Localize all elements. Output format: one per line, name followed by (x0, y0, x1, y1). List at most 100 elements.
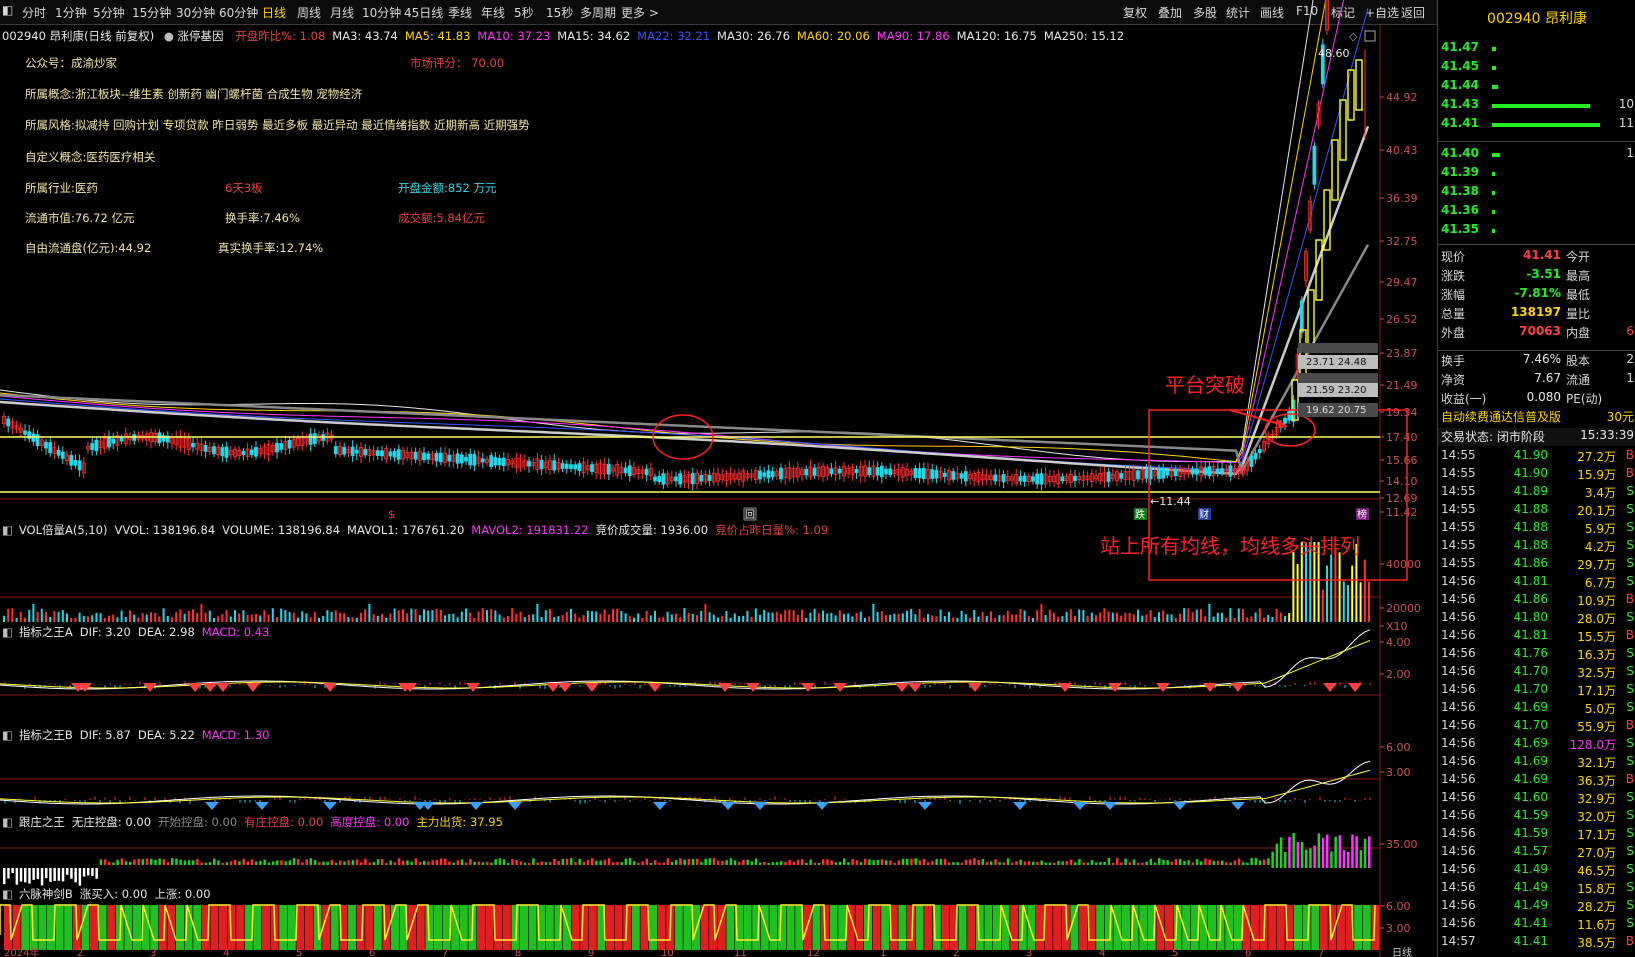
lm-block (244, 905, 253, 950)
candle-body (653, 476, 657, 482)
marker-hui[interactable]: 回 (745, 509, 755, 521)
volume-bar (418, 615, 421, 622)
tick-row: 14:56 41.69 32.1万 S (1438, 754, 1635, 772)
ma-boxes: 23.71 24.48 21.59 23.20 19.62 20.75 (1298, 343, 1378, 417)
volume-bar (893, 613, 896, 622)
gz-bar (313, 860, 317, 865)
volume-bar (868, 616, 871, 622)
gz-bar (1166, 860, 1169, 865)
candle-body (69, 455, 74, 466)
volume-bar (1216, 612, 1219, 622)
candle-body (812, 467, 817, 476)
volume-bar (1036, 610, 1039, 622)
gz-bar (586, 860, 590, 865)
volume-bar (742, 615, 745, 622)
gz-bar (591, 858, 594, 865)
candle-body (674, 476, 678, 482)
tick-side: S (1626, 682, 1634, 696)
gz-bar (910, 858, 913, 865)
volume-bar (78, 612, 81, 622)
tick-time: 14:56 (1441, 700, 1476, 714)
gz-bar (704, 858, 707, 865)
ad-row[interactable]: 自动续费通达信普及版 30元 (1438, 408, 1635, 426)
bid-price: 41.38 (1441, 184, 1479, 198)
marker-cai[interactable]: 财 (1199, 508, 1209, 521)
gz-bar (276, 860, 279, 865)
tick-time: 14:56 (1441, 664, 1476, 678)
candle-body (6, 418, 11, 427)
candle-body (627, 465, 632, 476)
volume-bar (145, 614, 148, 622)
candle-body (1144, 469, 1149, 479)
window-icon[interactable] (1364, 30, 1376, 42)
volume-bar (1137, 609, 1139, 622)
gz-bar (360, 862, 363, 865)
volume-bar (171, 617, 173, 622)
volume-bar (339, 613, 341, 622)
tick-row: 14:55 41.86 29.7万 S (1438, 556, 1635, 574)
lm-block (743, 905, 752, 950)
candle-body (480, 458, 485, 463)
ad-price[interactable]: 30元 (1607, 408, 1634, 425)
header-item: 竞价成交量: 1936.00 (595, 523, 709, 537)
volume-bar (490, 608, 493, 622)
gz-bar (137, 858, 140, 865)
tick-time: 14:56 (1441, 880, 1476, 894)
volume-bar (1174, 617, 1177, 622)
quote-label-2: 今开 (1566, 250, 1591, 264)
date-tick: 11 (734, 948, 747, 957)
lm-block (1027, 905, 1036, 950)
marker-bang[interactable]: 榜 (1357, 508, 1367, 521)
candle-body (770, 471, 775, 477)
gz-bar (956, 862, 959, 865)
marker-die[interactable]: 跌 (1135, 508, 1145, 521)
volume-bar (427, 610, 430, 622)
gz-bar (1061, 861, 1064, 865)
tick-price: 41.88 (1513, 502, 1548, 516)
gz-bar (960, 862, 964, 865)
tick-vol: 15.9万 (1577, 468, 1616, 482)
gz-bar (1132, 859, 1136, 865)
candle-body (707, 474, 712, 481)
gz-bar (889, 860, 892, 865)
gz-bar (523, 862, 527, 865)
gz-bar (1288, 836, 1291, 868)
gz-bar (918, 860, 922, 865)
annotation-platform: 平台突破 (1165, 373, 1245, 397)
volume-bar (830, 612, 833, 622)
gz-bar (1284, 852, 1287, 868)
candle-body (333, 446, 338, 455)
lm-block (210, 905, 219, 950)
candle-body (203, 445, 208, 452)
macda-tick: 4.00 (1386, 636, 1411, 649)
candle-body (1283, 417, 1287, 424)
gz-bar (465, 862, 468, 865)
buy-diamond-icon (1073, 802, 1087, 810)
gz-bar (158, 858, 161, 865)
volume-bar (876, 611, 879, 622)
date-tick: 6 (1245, 948, 1251, 957)
volume-bar (1221, 612, 1223, 622)
gz-bar (788, 860, 791, 865)
tick-price: 41.69 (1513, 736, 1548, 750)
lm-block (1044, 905, 1053, 950)
gz-bar (175, 858, 178, 865)
tick-time: 14:56 (1441, 682, 1476, 696)
volume-bar (91, 615, 94, 622)
marker-s[interactable]: $ (388, 508, 395, 521)
macd-b-layer (0, 760, 1371, 810)
header-item: 六脉神剑B (18, 887, 73, 901)
ad-text[interactable]: 自动续费通达信普及版 (1441, 410, 1561, 424)
volume-bar (1078, 609, 1081, 622)
gz-bar (28, 868, 31, 884)
diamond-icon[interactable]: ◇ (1349, 30, 1358, 43)
volume-bar (305, 613, 308, 622)
vol-tick: 40000 (1386, 558, 1421, 571)
gz-bar (809, 859, 812, 865)
volume-bar (708, 612, 711, 622)
tick-time: 14:56 (1441, 646, 1476, 660)
gz-bar (347, 860, 350, 865)
lm-block (1096, 905, 1105, 950)
lm-block (709, 905, 718, 950)
lm-block (786, 905, 795, 950)
